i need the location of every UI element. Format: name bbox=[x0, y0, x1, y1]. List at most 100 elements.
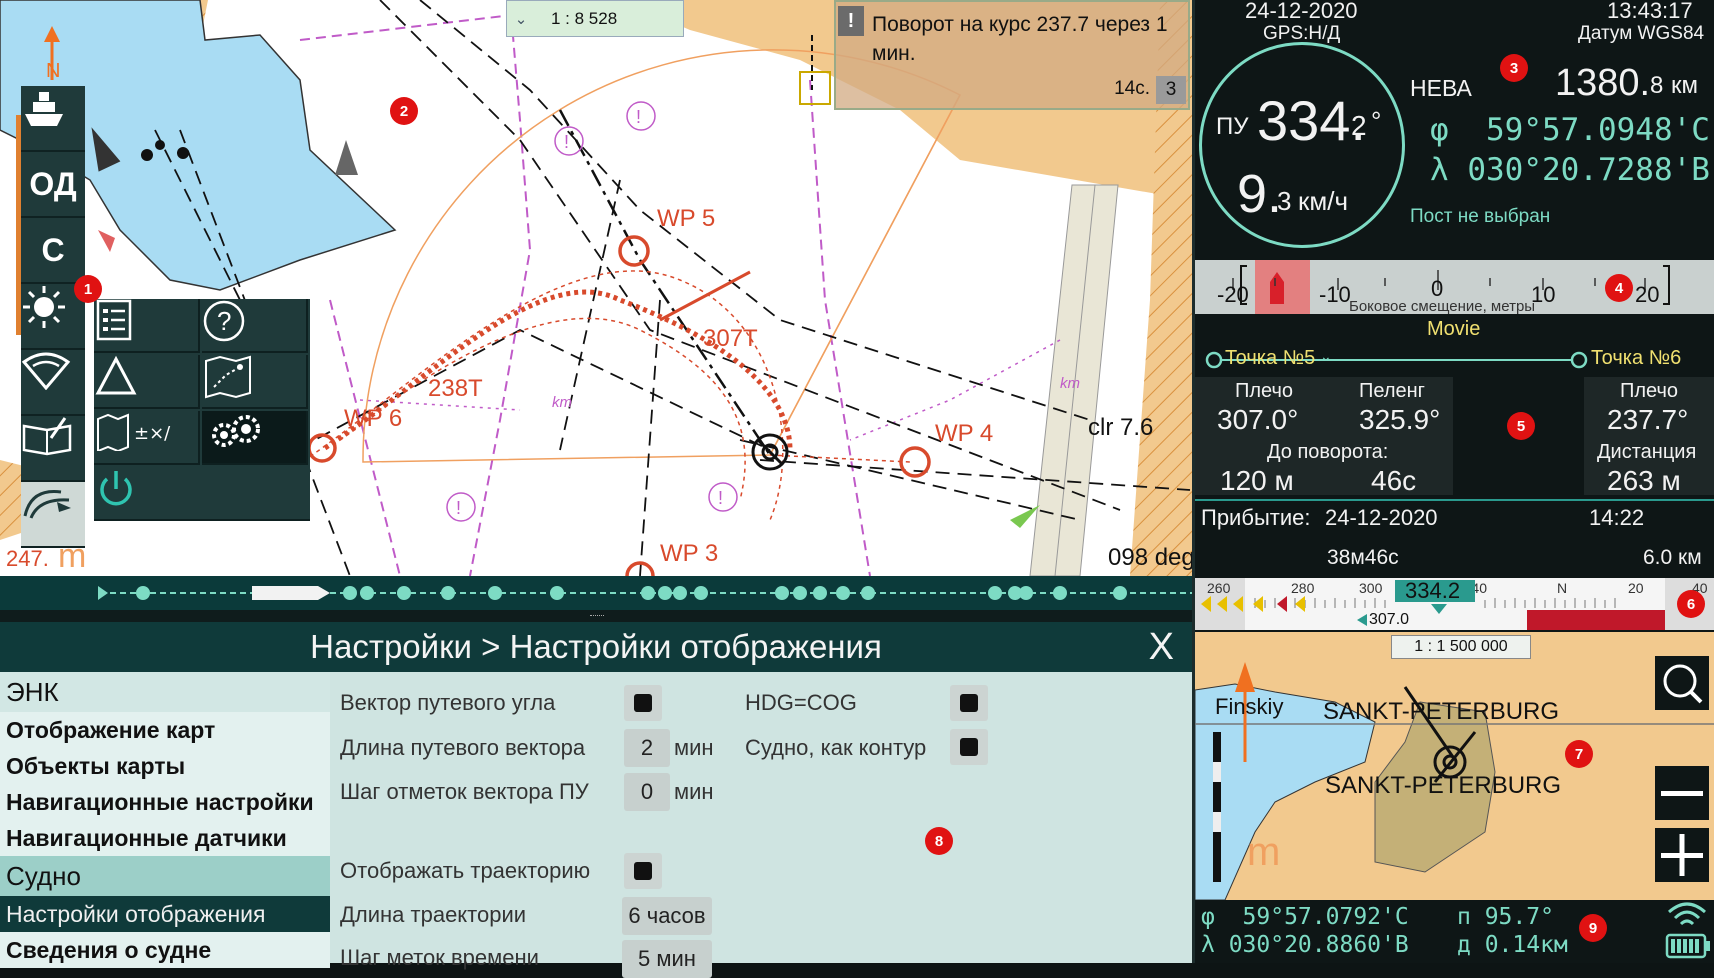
heading-tick-label: 280 bbox=[1291, 580, 1315, 596]
hdg-cog-checkbox[interactable] bbox=[950, 685, 988, 721]
marker-3: 3 bbox=[1500, 54, 1528, 82]
panel-resize-handle[interactable] bbox=[0, 610, 1192, 622]
map-label: Finskiy bbox=[1215, 694, 1284, 719]
vector-step-input[interactable]: 0 bbox=[624, 773, 670, 811]
timeline-canvas[interactable] bbox=[0, 576, 1192, 610]
show-track-checkbox[interactable] bbox=[624, 853, 662, 889]
route-tool-button[interactable] bbox=[21, 482, 85, 548]
map-settings-button[interactable]: ±×/ bbox=[94, 411, 200, 465]
cog-vector-checkbox[interactable] bbox=[624, 685, 662, 721]
sidebar-item-nav-sensors[interactable]: Навигационные датчики bbox=[0, 820, 330, 856]
sidebar-group-vessel[interactable]: Судно bbox=[0, 856, 330, 896]
settings-sidebar: ЭНК Отображение карт Объекты карты Навиг… bbox=[0, 672, 330, 968]
triangle-button[interactable] bbox=[94, 355, 200, 409]
zoom-in-button[interactable] bbox=[1655, 828, 1709, 882]
list-button[interactable] bbox=[94, 299, 200, 353]
depth-label: 098 deg bbox=[1108, 544, 1192, 571]
leg-label: 307T bbox=[703, 325, 758, 352]
route-icon bbox=[23, 490, 71, 519]
to-turn-label: До поворота: bbox=[1267, 441, 1389, 463]
settings-title-bar: Настройки > Настройки отображения X bbox=[0, 622, 1192, 672]
next-shoulder-label: Плечо bbox=[1620, 380, 1679, 402]
gears-button[interactable] bbox=[202, 411, 308, 465]
view-tool-button[interactable] bbox=[21, 350, 85, 416]
waypoint-marker[interactable] bbox=[899, 446, 931, 478]
help-button[interactable]: ? bbox=[202, 299, 308, 353]
map-label: SANKT-PETERBURG bbox=[1325, 772, 1562, 799]
time-step-input[interactable]: 5 мин bbox=[622, 940, 712, 978]
eta-remaining: 38м46с bbox=[1327, 546, 1399, 569]
heading-current: 334.2 bbox=[1405, 578, 1461, 603]
search-button[interactable] bbox=[1655, 656, 1709, 710]
settings-panel: Настройки > Настройки отображения X ЭНК … bbox=[0, 622, 1192, 978]
navigation-panel: 24-12-2020 13:43:17 GPS:Н/Д Датум WGS84 … bbox=[1192, 0, 1714, 963]
marker-7: 7 bbox=[1565, 740, 1593, 768]
overview-map[interactable]: 1 : 1 500 000 Finskiy SANKT-PETERBURG SA… bbox=[1195, 632, 1714, 900]
leg-label: 238T bbox=[428, 375, 483, 402]
marker-8: 8 bbox=[925, 827, 953, 855]
vessel-tool-button[interactable] bbox=[21, 86, 85, 152]
chart-scale-selector[interactable]: ⌄ 1 : 8 528 bbox=[506, 0, 684, 37]
svg-text:!: ! bbox=[636, 107, 641, 127]
c-tool-button[interactable]: С bbox=[21, 218, 85, 284]
help-icon: ? bbox=[203, 300, 245, 342]
route-name: Movie bbox=[1427, 318, 1481, 340]
waypoint-marker[interactable] bbox=[618, 235, 650, 267]
show-track-label: Отображать траекторию bbox=[340, 858, 591, 883]
course-unit: ° bbox=[1371, 106, 1382, 136]
sidebar-item-chart-objects[interactable]: Объекты карты bbox=[0, 748, 330, 784]
bearing-value: 325.9° bbox=[1359, 404, 1441, 435]
sidebar-item-display-settings[interactable]: Настройки отображения bbox=[0, 896, 330, 932]
datum-label: Датум WGS84 bbox=[1578, 23, 1705, 44]
track-timeline[interactable] bbox=[0, 576, 1192, 610]
svg-text:!: ! bbox=[718, 488, 723, 508]
marker-2: 2 bbox=[390, 97, 418, 125]
chevron-down-icon[interactable]: ⌄ bbox=[1320, 348, 1332, 365]
waypoint-label: WP 6 bbox=[344, 405, 403, 432]
shoulder-value: 307.0° bbox=[1217, 404, 1299, 435]
heading-tape: 260 280 300 334.2 340 N 20 40 307.0 6 bbox=[1195, 578, 1714, 630]
hull-contour-checkbox[interactable] bbox=[950, 729, 988, 765]
set-course-value: 307.0 bbox=[1369, 611, 1410, 628]
chart-popup-menu: ? ±×/ bbox=[94, 299, 310, 521]
waypoint-label: WP 4 bbox=[935, 420, 994, 447]
own-ship-symbol[interactable] bbox=[751, 433, 789, 471]
track-length-input[interactable]: 6 часов bbox=[622, 897, 712, 935]
route-from-point[interactable]: Точка №5 bbox=[1225, 347, 1315, 370]
speed-dec: 3 bbox=[1277, 186, 1292, 216]
sidebar-item-chart-display[interactable]: Отображение карт bbox=[0, 712, 330, 748]
warning-icon: ! bbox=[838, 6, 864, 36]
course-int: 334. bbox=[1257, 89, 1366, 152]
alert-count[interactable]: 3 bbox=[1156, 76, 1186, 104]
vector-step-unit: мин bbox=[674, 779, 714, 804]
arrival-date: 24-12-2020 bbox=[1325, 505, 1438, 530]
xtrack-caption: Боковое смещение, метры bbox=[1349, 298, 1536, 315]
alert-notification[interactable]: ! Поворот на курс 237.7 через 1 мин. 14с… bbox=[834, 0, 1190, 110]
sidebar-group-enc[interactable]: ЭНК bbox=[0, 672, 330, 712]
heading-tick-label: 300 bbox=[1359, 580, 1383, 596]
logbook-tool-button[interactable] bbox=[21, 416, 85, 482]
route-map-button[interactable] bbox=[202, 355, 308, 409]
heading-tick-label: N bbox=[1557, 580, 1568, 596]
target-name: НЕВА bbox=[1410, 75, 1472, 101]
waypoint-marker[interactable] bbox=[307, 433, 337, 463]
distance-dec: 8 bbox=[1650, 72, 1664, 99]
vector-length-input[interactable]: 2 bbox=[624, 729, 670, 767]
nautical-chart[interactable]: ! ! ! ! N WP 5 WP 6 WP 4 WP 3 238T 307T … bbox=[0, 0, 1192, 576]
close-icon[interactable]: X bbox=[1149, 626, 1174, 669]
route-to-point[interactable]: Точка №6 bbox=[1591, 347, 1681, 370]
sidebar-item-nav-settings[interactable]: Навигационные настройки bbox=[0, 784, 330, 820]
marker-5: 5 bbox=[1507, 412, 1535, 440]
zoom-out-button[interactable] bbox=[1655, 766, 1709, 820]
xtrack-tick-label: -10 bbox=[1319, 282, 1351, 307]
power-icon bbox=[100, 471, 132, 506]
chevron-down-icon[interactable]: ⌄ bbox=[507, 10, 535, 28]
svg-text:!: ! bbox=[456, 498, 461, 518]
power-button[interactable] bbox=[94, 467, 310, 521]
map-label: SANKT-PETERBURG bbox=[1323, 698, 1560, 725]
od-tool-button[interactable]: ОД bbox=[21, 152, 85, 218]
vector-length-label: Длина путевого вектора bbox=[340, 735, 586, 760]
chart-scale-value: 1 : 8 528 bbox=[551, 8, 618, 28]
svg-text:!: ! bbox=[564, 132, 569, 152]
course-dec: 2 bbox=[1351, 110, 1367, 141]
